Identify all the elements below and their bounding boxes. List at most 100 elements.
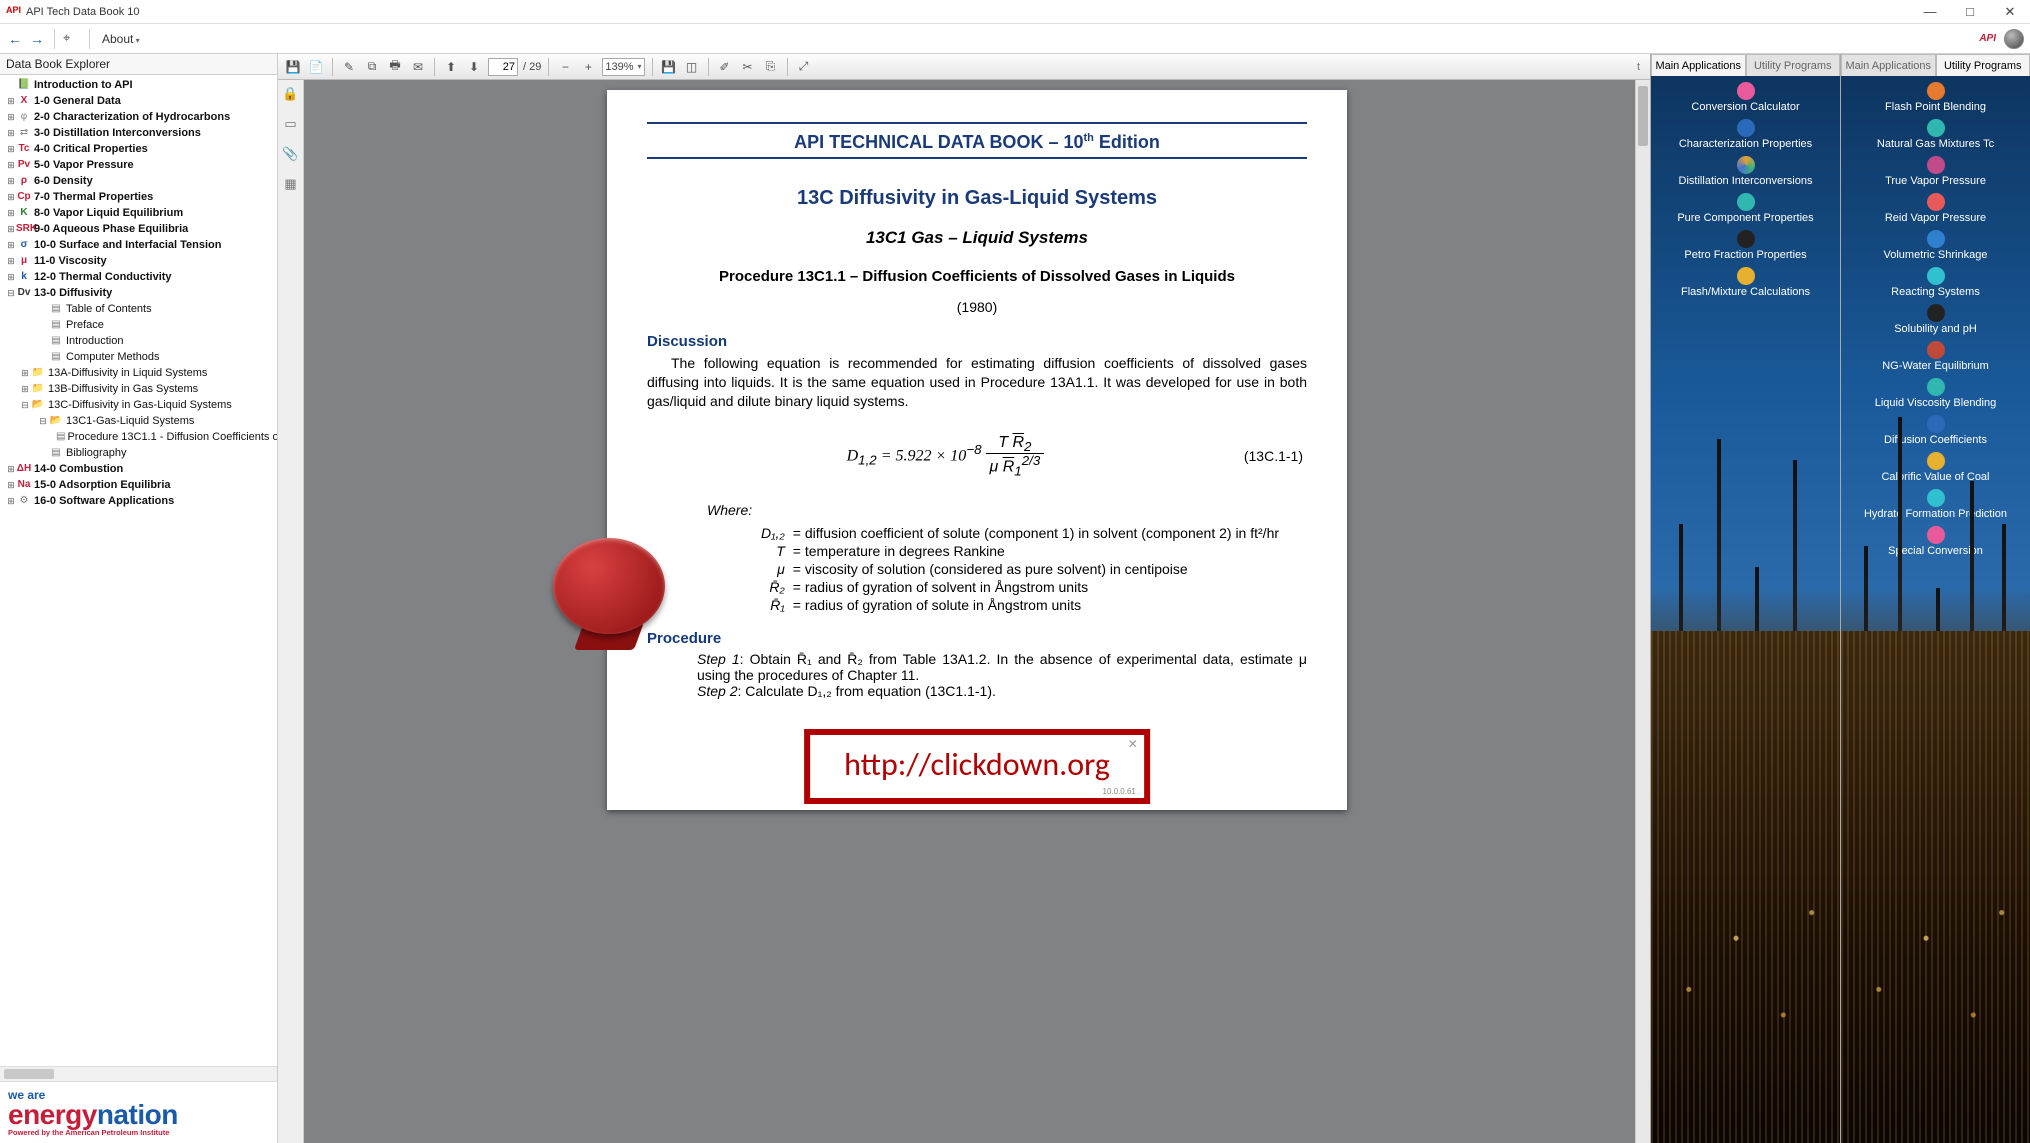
tree-item[interactable]: ⊞X1-0 General Data: [0, 93, 277, 109]
about-menu[interactable]: About: [98, 30, 144, 48]
forward-button[interactable]: →: [28, 30, 46, 48]
tree-item[interactable]: ⊟Dv13-0 Diffusivity: [0, 285, 277, 301]
app-launcher-item[interactable]: Petro Fraction Properties: [1651, 230, 1840, 261]
tree-item[interactable]: ▤Computer Methods: [0, 349, 277, 365]
viewer-scrollbar[interactable]: [1635, 80, 1650, 1143]
tree-item[interactable]: ⊞σ10-0 Surface and Interfacial Tension: [0, 237, 277, 253]
expander-icon[interactable]: ⊞: [6, 478, 16, 492]
lock-icon[interactable]: 🔒: [282, 86, 298, 102]
document-scroll[interactable]: API TECHNICAL DATA BOOK – 10th Edition 1…: [278, 80, 1650, 1143]
expander-icon[interactable]: ⊞: [6, 126, 16, 140]
tree-item[interactable]: ⊞📁13A-Diffusivity in Liquid Systems: [0, 365, 277, 381]
tree-item[interactable]: ▤Procedure 13C1.1 - Diffusion Coefficien…: [0, 429, 277, 445]
tab-main-applications-2[interactable]: Main Applications: [1841, 54, 1936, 76]
tool3-icon[interactable]: ⎘: [762, 58, 780, 76]
pages-icon[interactable]: ▭: [284, 116, 296, 132]
tree-item[interactable]: ⊞K8-0 Vapor Liquid Equilibrium: [0, 205, 277, 221]
expander-icon[interactable]: ⊟: [20, 398, 30, 412]
expander-icon[interactable]: ⊞: [20, 382, 30, 396]
tree-item[interactable]: ⊞Pv5-0 Vapor Pressure: [0, 157, 277, 173]
watermark-link[interactable]: http://clickdown.org: [844, 745, 1110, 784]
app-launcher-item[interactable]: Flash Point Blending: [1841, 82, 2030, 113]
tab-utility-programs[interactable]: Utility Programs: [1746, 54, 1841, 76]
app-launcher-item[interactable]: Distillation Interconversions: [1651, 156, 1840, 187]
maximize-button[interactable]: □: [1950, 0, 1990, 24]
expander-icon[interactable]: ⊞: [6, 222, 16, 236]
app-launcher-item[interactable]: Solubility and pH: [1841, 304, 2030, 335]
app-launcher-item[interactable]: NG-Water Equilibrium: [1841, 341, 2030, 372]
tree-item[interactable]: 📗Introduction to API: [0, 77, 277, 93]
expander-icon[interactable]: ⊞: [20, 366, 30, 380]
page-up-icon[interactable]: ⬆: [442, 58, 460, 76]
tree-explorer[interactable]: 📗Introduction to API⊞X1-0 General Data⊞φ…: [0, 75, 277, 1066]
fullscreen-icon[interactable]: ⤢: [795, 58, 813, 76]
tree-item[interactable]: ▤Bibliography: [0, 445, 277, 461]
app-launcher-item[interactable]: True Vapor Pressure: [1841, 156, 2030, 187]
expander-icon[interactable]: ⊞: [6, 270, 16, 284]
bookmark-icon[interactable]: ▦: [284, 176, 296, 192]
app-launcher-item[interactable]: Pure Component Properties: [1651, 193, 1840, 224]
tree-item[interactable]: ⊞Na15-0 Adsorption Equilibria: [0, 477, 277, 493]
target-icon[interactable]: ⌖: [63, 30, 81, 48]
attachment-icon[interactable]: 📎: [282, 146, 298, 162]
expander-icon[interactable]: ⊞: [6, 94, 16, 108]
tree-item[interactable]: ⊞φ2-0 Characterization of Hydrocarbons: [0, 109, 277, 125]
save-icon[interactable]: 💾: [284, 58, 302, 76]
expander-icon[interactable]: ⊞: [6, 174, 16, 188]
tree-item[interactable]: ▤Preface: [0, 317, 277, 333]
tree-item[interactable]: ⊞📁13B-Diffusivity in Gas Systems: [0, 381, 277, 397]
expander-icon[interactable]: ⊟: [38, 414, 48, 428]
tab-utility-programs-2[interactable]: Utility Programs: [1936, 54, 2030, 76]
expander-icon[interactable]: ⊞: [6, 110, 16, 124]
expander-icon[interactable]: ⊟: [6, 286, 16, 300]
tree-item[interactable]: ⊞μ11-0 Viscosity: [0, 253, 277, 269]
sidebar-scrollbar[interactable]: [0, 1066, 277, 1081]
app-launcher-item[interactable]: Volumetric Shrinkage: [1841, 230, 2030, 261]
tree-item[interactable]: ⊞ΔH14-0 Combustion: [0, 461, 277, 477]
tree-item[interactable]: ⊞ρ6-0 Density: [0, 173, 277, 189]
pdf-icon[interactable]: 📄: [307, 58, 325, 76]
tool1-icon[interactable]: ✐: [716, 58, 734, 76]
tree-item[interactable]: ▤Table of Contents: [0, 301, 277, 317]
expander-icon[interactable]: ⊞: [6, 158, 16, 172]
copy-icon[interactable]: ⧉: [363, 58, 381, 76]
print-icon[interactable]: 🖶: [386, 58, 404, 76]
tree-item[interactable]: ⊟📂13C1-Gas-Liquid Systems: [0, 413, 277, 429]
save2-icon[interactable]: 💾: [660, 58, 678, 76]
tree-item[interactable]: ⊞Cp7-0 Thermal Properties: [0, 189, 277, 205]
mail-icon[interactable]: ✉: [409, 58, 427, 76]
watermark-close-icon[interactable]: ✕: [1128, 737, 1138, 751]
expander-icon[interactable]: ⊞: [6, 462, 16, 476]
tree-item[interactable]: ⊞⚙16-0 Software Applications: [0, 493, 277, 509]
app-launcher-item[interactable]: Conversion Calculator: [1651, 82, 1840, 113]
user-avatar[interactable]: [2004, 29, 2024, 49]
expander-icon[interactable]: ⊞: [6, 494, 16, 508]
app-launcher-item[interactable]: Reid Vapor Pressure: [1841, 193, 2030, 224]
zoom-in-icon[interactable]: +: [579, 58, 597, 76]
zoom-out-icon[interactable]: −: [556, 58, 574, 76]
back-button[interactable]: ←: [6, 30, 24, 48]
minimize-button[interactable]: —: [1910, 0, 1950, 24]
app-launcher-item[interactable]: Characterization Properties: [1651, 119, 1840, 150]
app-launcher-item[interactable]: Natural Gas Mixtures Tc: [1841, 119, 2030, 150]
tool2-icon[interactable]: ✂: [739, 58, 757, 76]
zoom-select[interactable]: 139%: [602, 58, 644, 76]
tab-main-applications[interactable]: Main Applications: [1651, 54, 1746, 76]
tree-item[interactable]: ⊞Tc4-0 Critical Properties: [0, 141, 277, 157]
expander-icon[interactable]: ⊞: [6, 206, 16, 220]
app-launcher-item[interactable]: Reacting Systems: [1841, 267, 2030, 298]
expander-icon[interactable]: ⊞: [6, 142, 16, 156]
expander-icon[interactable]: ⊞: [6, 238, 16, 252]
app-launcher-item[interactable]: Flash/Mixture Calculations: [1651, 267, 1840, 298]
tree-item[interactable]: ⊞SRK9-0 Aqueous Phase Equilibria: [0, 221, 277, 237]
page-number-input[interactable]: [488, 58, 518, 76]
tree-item[interactable]: ▤Introduction: [0, 333, 277, 349]
expander-icon[interactable]: ⊞: [6, 254, 16, 268]
page-down-icon[interactable]: ⬇: [465, 58, 483, 76]
expander-icon[interactable]: ⊞: [6, 190, 16, 204]
layout-icon[interactable]: ◫: [683, 58, 701, 76]
edit-icon[interactable]: ✎: [340, 58, 358, 76]
tree-item[interactable]: ⊞k12-0 Thermal Conductivity: [0, 269, 277, 285]
close-button[interactable]: ✕: [1990, 0, 2030, 24]
tree-item[interactable]: ⊞⇄3-0 Distillation Interconversions: [0, 125, 277, 141]
